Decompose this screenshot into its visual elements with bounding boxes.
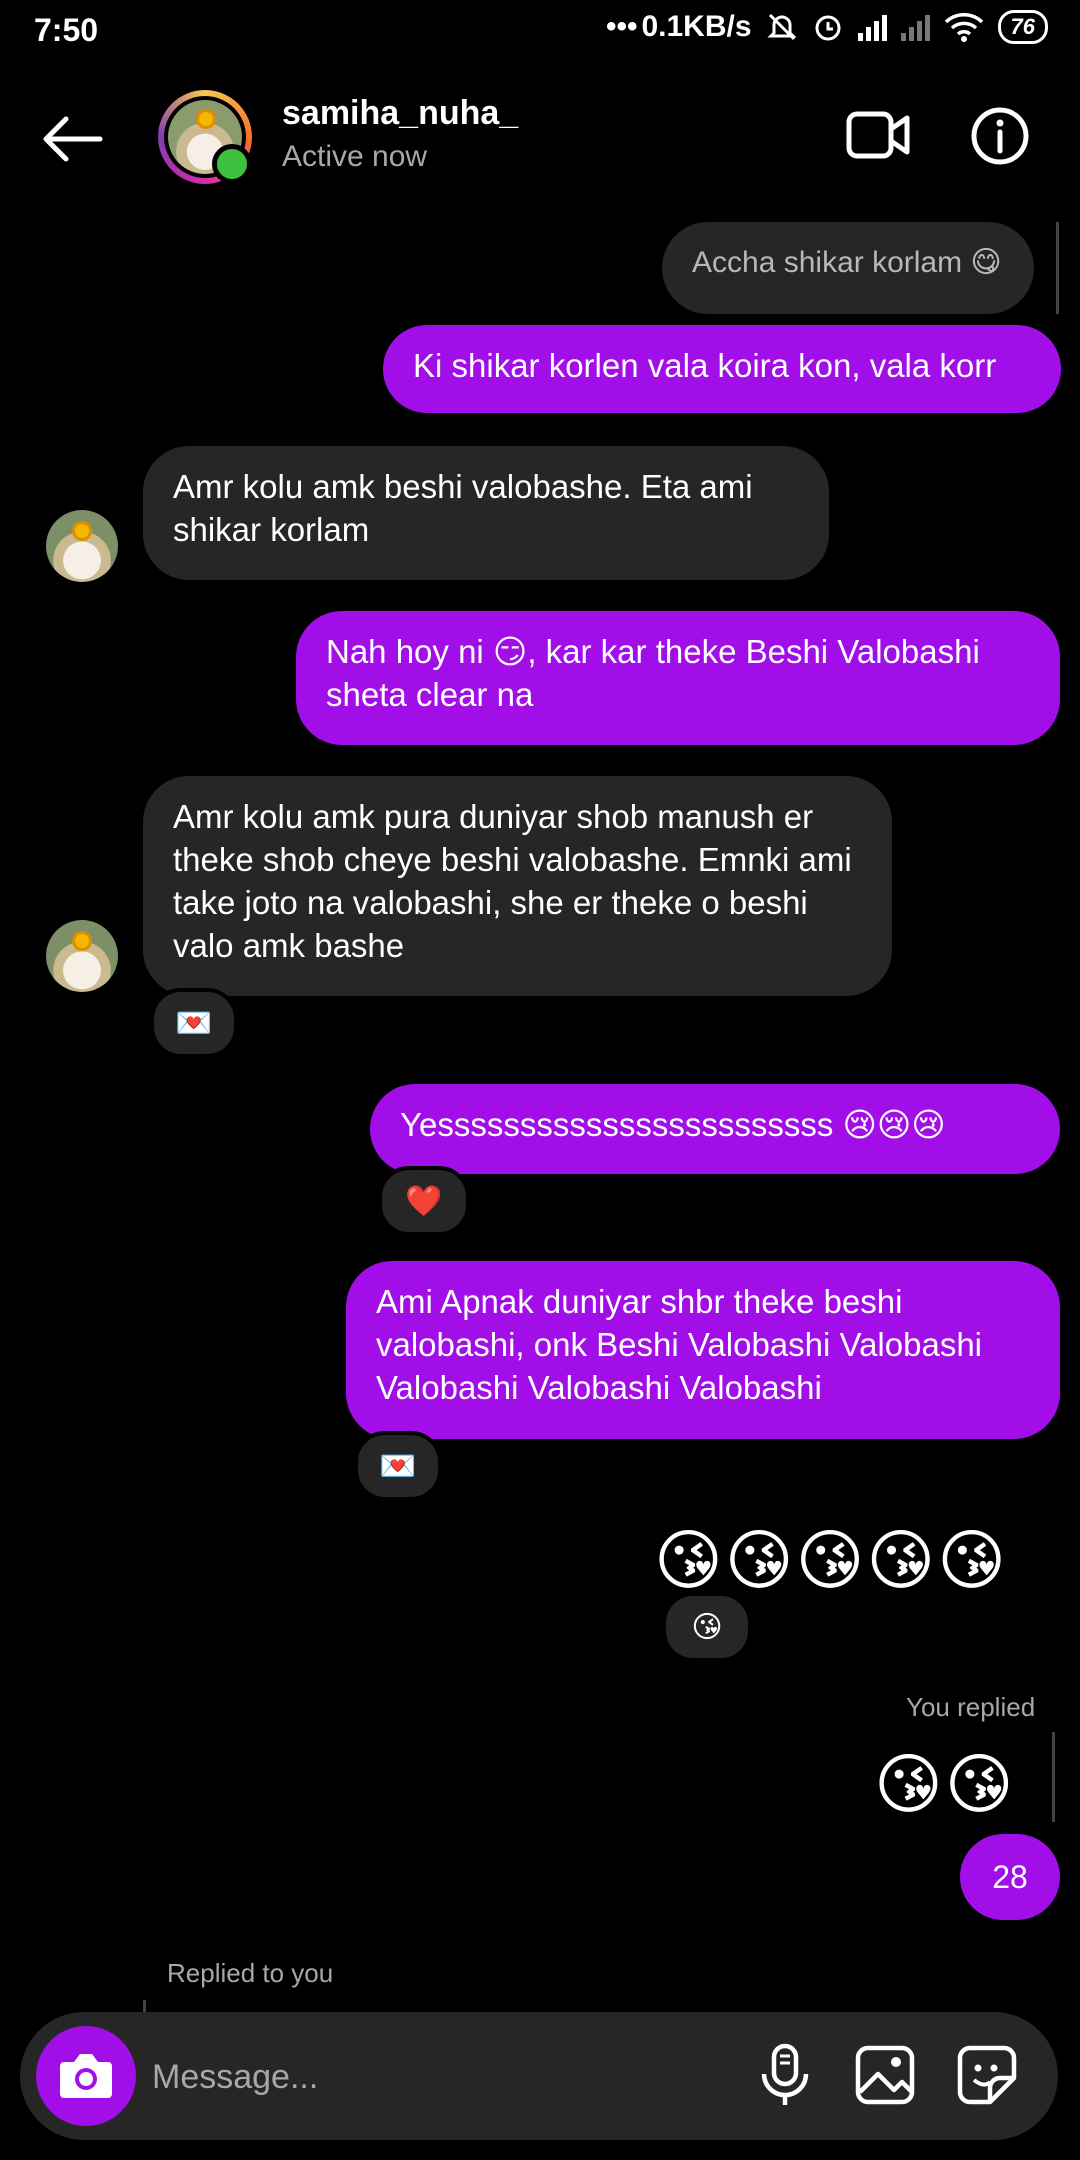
wifi-icon (944, 13, 983, 42)
video-call-icon[interactable] (846, 108, 910, 162)
status-icons: ••• 0.1KB/s 76 (606, 10, 1048, 44)
message-outgoing[interactable]: Accha shikar korlam 😋 (662, 222, 1034, 314)
activity-status: Active now (282, 140, 428, 173)
scroll-indicator (1056, 222, 1059, 314)
sticker-icon[interactable] (954, 2042, 1020, 2108)
message-outgoing[interactable]: Nah hoy ni 😏, kar kar theke Beshi Valoba… (296, 611, 1060, 745)
message-outgoing[interactable]: Ki shikar korlen vala koira kon, vala ko… (383, 325, 1061, 413)
reply-quote-line (1052, 1732, 1055, 1822)
message-composer (20, 2012, 1058, 2140)
gallery-icon[interactable] (852, 2042, 918, 2108)
alarm-icon (815, 15, 841, 41)
reply-message[interactable]: 28 (960, 1834, 1060, 1920)
microphone-icon[interactable] (752, 2042, 818, 2108)
message-reaction[interactable]: ❤️ (378, 1166, 470, 1236)
you-replied-label: You replied (906, 1692, 1036, 1722)
message-reaction[interactable]: 💌 (354, 1431, 442, 1501)
message-outgoing[interactable]: Yessssssssssssssssssssssss 😢😢😢 (370, 1084, 1060, 1174)
muted-bell-icon (766, 13, 797, 41)
message-reaction[interactable]: 💌 (150, 988, 238, 1058)
message-reaction[interactable]: 😘 (662, 1592, 752, 1662)
signal-icon (857, 13, 887, 41)
emoji-message[interactable]: 😘😘😘😘😘 (654, 1522, 1008, 1599)
quoted-message[interactable]: 😘😘 (874, 1746, 1016, 1823)
chat-header: samiha_nuha_ Active now (0, 78, 1080, 198)
replied-to-you-label: Replied to you (167, 1958, 334, 1988)
more-dots-icon: ••• (605, 10, 638, 43)
status-bar: 7:50 ••• 0.1KB/s 76 (0, 0, 1080, 64)
network-speed: 0.1KB/s (641, 10, 752, 43)
camera-button[interactable] (36, 2026, 136, 2126)
battery-indicator: 76 (997, 10, 1048, 44)
message-incoming[interactable]: Amr kolu amk beshi valobashe. Eta ami sh… (143, 446, 829, 580)
sender-avatar[interactable] (46, 510, 118, 582)
camera-icon (60, 2054, 112, 2098)
message-outgoing[interactable]: Ami Apnak duniyar shbr theke beshi valob… (346, 1261, 1060, 1439)
reply-quote-line (143, 2000, 146, 2012)
online-indicator (212, 144, 252, 184)
sender-avatar[interactable] (46, 920, 118, 992)
message-incoming[interactable]: Amr kolu amk pura duniyar shob manush er… (143, 776, 892, 996)
signal-2-icon (900, 13, 930, 41)
info-icon[interactable] (970, 106, 1030, 166)
status-time: 7:50 (34, 12, 99, 48)
chat-username[interactable]: samiha_nuha_ (282, 94, 518, 133)
message-input[interactable] (150, 2042, 714, 2112)
back-arrow-icon[interactable] (40, 114, 104, 164)
